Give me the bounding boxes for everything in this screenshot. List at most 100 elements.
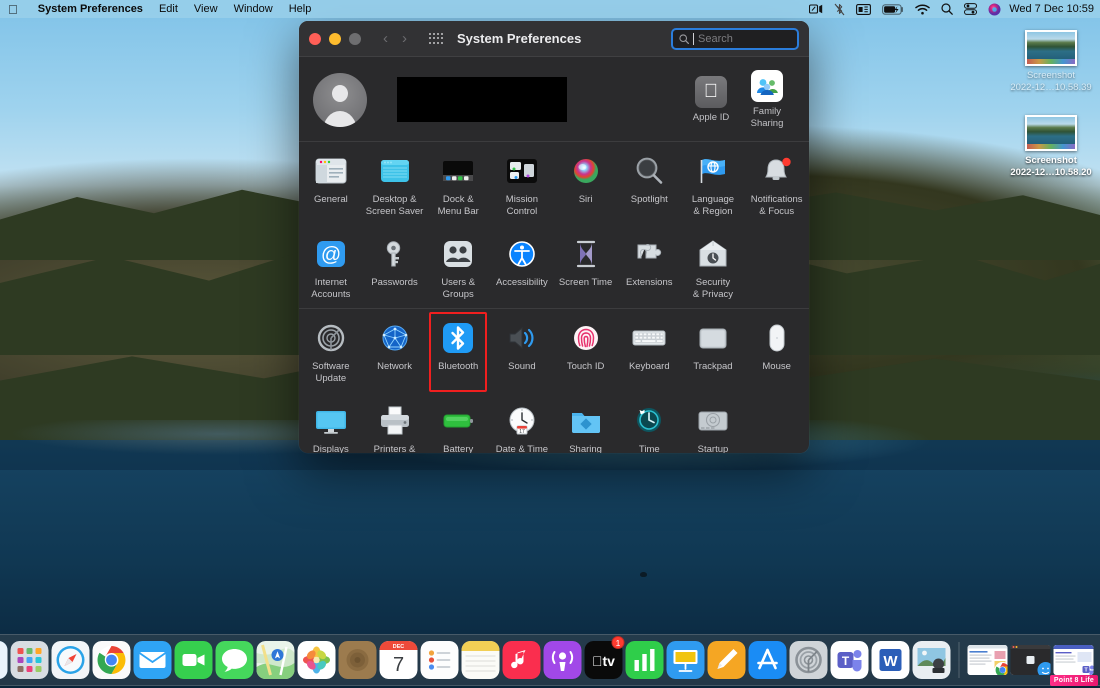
- dock-item-pages[interactable]: [708, 638, 746, 682]
- dock-item-facetime[interactable]: [175, 638, 213, 682]
- dock-item-podcasts-brown[interactable]: [339, 638, 377, 682]
- display-icon[interactable]: [856, 2, 871, 16]
- app-store-icon[interactable]: [749, 641, 787, 679]
- pref-startup-disk[interactable]: StartupDisk: [681, 402, 745, 453]
- dock-item-safari[interactable]: [52, 638, 90, 682]
- trash-icon[interactable]: [1097, 641, 1100, 679]
- apple-id-button[interactable]:  Apple ID: [683, 76, 739, 124]
- dock-item-keynote[interactable]: [667, 638, 705, 682]
- pref-software-update[interactable]: SoftwareUpdate: [299, 319, 363, 384]
- pref-notifications-focus[interactable]: Notifications& Focus: [745, 152, 809, 217]
- notes-icon[interactable]: [462, 641, 500, 679]
- pref-internet-accounts[interactable]: @ InternetAccounts: [299, 235, 363, 300]
- dock-item-numbers[interactable]: [626, 638, 664, 682]
- facetime-icon[interactable]: [175, 641, 213, 679]
- zoom-button[interactable]: [349, 33, 361, 45]
- minimized-chrome-window[interactable]: [968, 645, 1008, 675]
- pref-displays[interactable]: Displays: [299, 402, 363, 453]
- keynote-icon[interactable]: [667, 641, 705, 679]
- dock-item-finder[interactable]: [0, 638, 8, 682]
- pref-mission-control[interactable]: MissionControl: [490, 152, 554, 217]
- show-all-button[interactable]: [429, 33, 443, 45]
- forward-button[interactable]: ›: [402, 31, 407, 46]
- apple-logo-icon[interactable]: : [8, 3, 18, 16]
- mail-icon[interactable]: [134, 641, 172, 679]
- pref-security-privacy[interactable]: Security& Privacy: [681, 235, 745, 300]
- spotlight-search-icon[interactable]: [941, 2, 953, 16]
- pref-users-groups[interactable]: Users &Groups: [426, 235, 490, 300]
- minimize-button[interactable]: [329, 33, 341, 45]
- family-sharing-button[interactable]: FamilySharing: [739, 70, 795, 129]
- control-center-icon[interactable]: [964, 2, 977, 16]
- maps-icon[interactable]: [257, 641, 295, 679]
- dock-item-calendar[interactable]: DEC7: [380, 638, 418, 682]
- dock-item-app-store[interactable]: [749, 638, 787, 682]
- dock-item-podcasts[interactable]: [544, 638, 582, 682]
- launchpad-icon[interactable]: [11, 641, 49, 679]
- photos-icon[interactable]: [298, 641, 336, 679]
- dock-item-reminders[interactable]: [421, 638, 459, 682]
- dock-item-system-preferences[interactable]: [790, 638, 828, 682]
- numbers-icon[interactable]: [626, 641, 664, 679]
- safari-icon[interactable]: [52, 641, 90, 679]
- wifi-icon[interactable]: [915, 2, 930, 16]
- pref-network[interactable]: Network: [363, 319, 427, 384]
- podcasts-brown-icon[interactable]: [339, 641, 377, 679]
- siri-icon[interactable]: [988, 2, 1001, 16]
- menu-item-system-preferences[interactable]: System Preferences: [30, 3, 151, 15]
- dock-item-photos[interactable]: [298, 638, 336, 682]
- podcasts-icon[interactable]: [544, 641, 582, 679]
- preview-icon[interactable]: [913, 641, 951, 679]
- search-input[interactable]: Search: [671, 28, 799, 50]
- dock-item-chrome[interactable]: [93, 638, 131, 682]
- music-icon[interactable]: [503, 641, 541, 679]
- menu-item-view[interactable]: View: [186, 3, 226, 15]
- dock-item-teams[interactable]: T: [831, 638, 869, 682]
- back-button[interactable]: ‹: [383, 31, 388, 46]
- minimized-window-chrome[interactable]: [968, 638, 1008, 682]
- dock-item-messages[interactable]: [216, 638, 254, 682]
- pref-spotlight[interactable]: Spotlight: [617, 152, 681, 217]
- dock-item-notes[interactable]: [462, 638, 500, 682]
- system-preferences-icon[interactable]: [790, 641, 828, 679]
- screen-recording-icon[interactable]: [809, 2, 823, 16]
- finder-icon[interactable]: [0, 641, 8, 679]
- pref-trackpad[interactable]: Trackpad: [681, 319, 745, 384]
- pref-language-region[interactable]: Language& Region: [681, 152, 745, 217]
- minimized-finder-window[interactable]: [1011, 645, 1051, 675]
- minimized-teams-window[interactable]: T: [1054, 645, 1094, 675]
- menu-bar-clock[interactable]: Wed 7 Dec 10:59: [1009, 3, 1094, 15]
- pref-date-time[interactable]: 17 Date & Time: [490, 402, 554, 453]
- dock-item-appletv[interactable]: tv 1: [585, 638, 623, 682]
- desktop-file-screenshot-2[interactable]: Screenshot 2022-12…10.58.20: [996, 115, 1100, 179]
- pref-battery[interactable]: Battery: [426, 402, 490, 453]
- avatar[interactable]: [313, 73, 367, 127]
- close-button[interactable]: [309, 33, 321, 45]
- dock-item-music[interactable]: [503, 638, 541, 682]
- chrome-icon[interactable]: [93, 641, 131, 679]
- pref-keyboard[interactable]: Keyboard: [617, 319, 681, 384]
- bluetooth-off-icon[interactable]: [834, 2, 845, 16]
- pref-bluetooth[interactable]: Bluetooth: [426, 319, 490, 384]
- pref-mouse[interactable]: Mouse: [745, 319, 809, 384]
- dock-item-preview[interactable]: [913, 638, 951, 682]
- dock-item-word[interactable]: W: [872, 638, 910, 682]
- pref-dock-menu-bar[interactable]: Dock &Menu Bar: [426, 152, 490, 217]
- pref-extensions[interactable]: Extensions: [617, 235, 681, 300]
- pref-sound[interactable]: Sound: [490, 319, 554, 384]
- calendar-icon[interactable]: DEC7: [380, 641, 418, 679]
- pref-printers-scanners[interactable]: Printers &Scanners: [363, 402, 427, 453]
- pref-passwords[interactable]: Passwords: [363, 235, 427, 300]
- messages-icon[interactable]: [216, 641, 254, 679]
- pref-accessibility[interactable]: Accessibility: [490, 235, 554, 300]
- menu-item-edit[interactable]: Edit: [151, 3, 186, 15]
- minimized-window-finder[interactable]: [1011, 638, 1051, 682]
- dock-item-maps[interactable]: [257, 638, 295, 682]
- dock-item-launchpad[interactable]: [11, 638, 49, 682]
- pref-general[interactable]: General: [299, 152, 363, 217]
- pref-sharing[interactable]: Sharing: [554, 402, 618, 453]
- pages-icon[interactable]: [708, 641, 746, 679]
- pref-siri[interactable]: Siri: [554, 152, 618, 217]
- pref-screen-time[interactable]: Screen Time: [554, 235, 618, 300]
- desktop-file-screenshot-1[interactable]: Screenshot 2022-12…10.58.39: [996, 30, 1100, 94]
